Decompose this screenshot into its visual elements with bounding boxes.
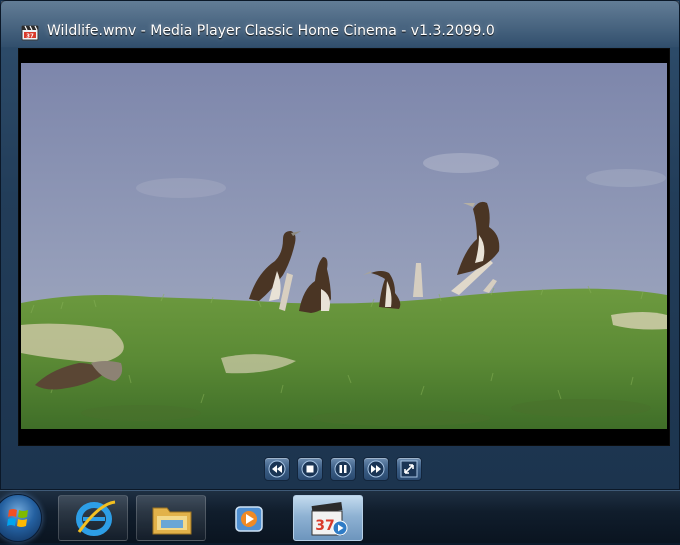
media-player-window: 37 Wildlife.wmv - Media Player Classic H… bbox=[0, 0, 680, 490]
taskbar-mpc-hc[interactable]: 37 bbox=[293, 495, 363, 541]
rewind-icon bbox=[268, 460, 286, 478]
title-bar[interactable]: 37 Wildlife.wmv - Media Player Classic H… bbox=[1, 1, 679, 45]
stop-button[interactable] bbox=[297, 457, 323, 481]
folder-icon bbox=[152, 507, 192, 535]
fast-forward-icon bbox=[367, 460, 385, 478]
taskbar-windows-explorer[interactable] bbox=[136, 495, 206, 541]
taskbar-internet-explorer[interactable] bbox=[58, 495, 128, 541]
fullscreen-button[interactable] bbox=[396, 457, 422, 481]
rewind-button[interactable] bbox=[264, 457, 290, 481]
mpc-hc-icon: 37 bbox=[21, 23, 39, 41]
taskbar: 37 bbox=[0, 490, 680, 543]
video-frame[interactable] bbox=[18, 48, 670, 446]
playback-controls bbox=[1, 451, 679, 487]
taskbar-windows-media-player[interactable] bbox=[214, 495, 284, 541]
fullscreen-icon bbox=[400, 460, 418, 478]
svg-text:37: 37 bbox=[26, 34, 34, 40]
window-title: Wildlife.wmv - Media Player Classic Home… bbox=[47, 23, 495, 39]
stop-icon bbox=[301, 460, 319, 478]
media-player-icon bbox=[235, 506, 263, 532]
svg-text:37: 37 bbox=[315, 518, 334, 534]
pause-button[interactable] bbox=[330, 457, 356, 481]
fast-forward-button[interactable] bbox=[363, 457, 389, 481]
pause-icon bbox=[334, 460, 352, 478]
windows-start-button[interactable] bbox=[0, 494, 42, 542]
windows-start-icon bbox=[7, 509, 28, 527]
video-display[interactable] bbox=[21, 63, 667, 429]
mpc-hc-icon: 37 bbox=[311, 501, 348, 536]
internet-explorer-icon bbox=[76, 500, 116, 536]
